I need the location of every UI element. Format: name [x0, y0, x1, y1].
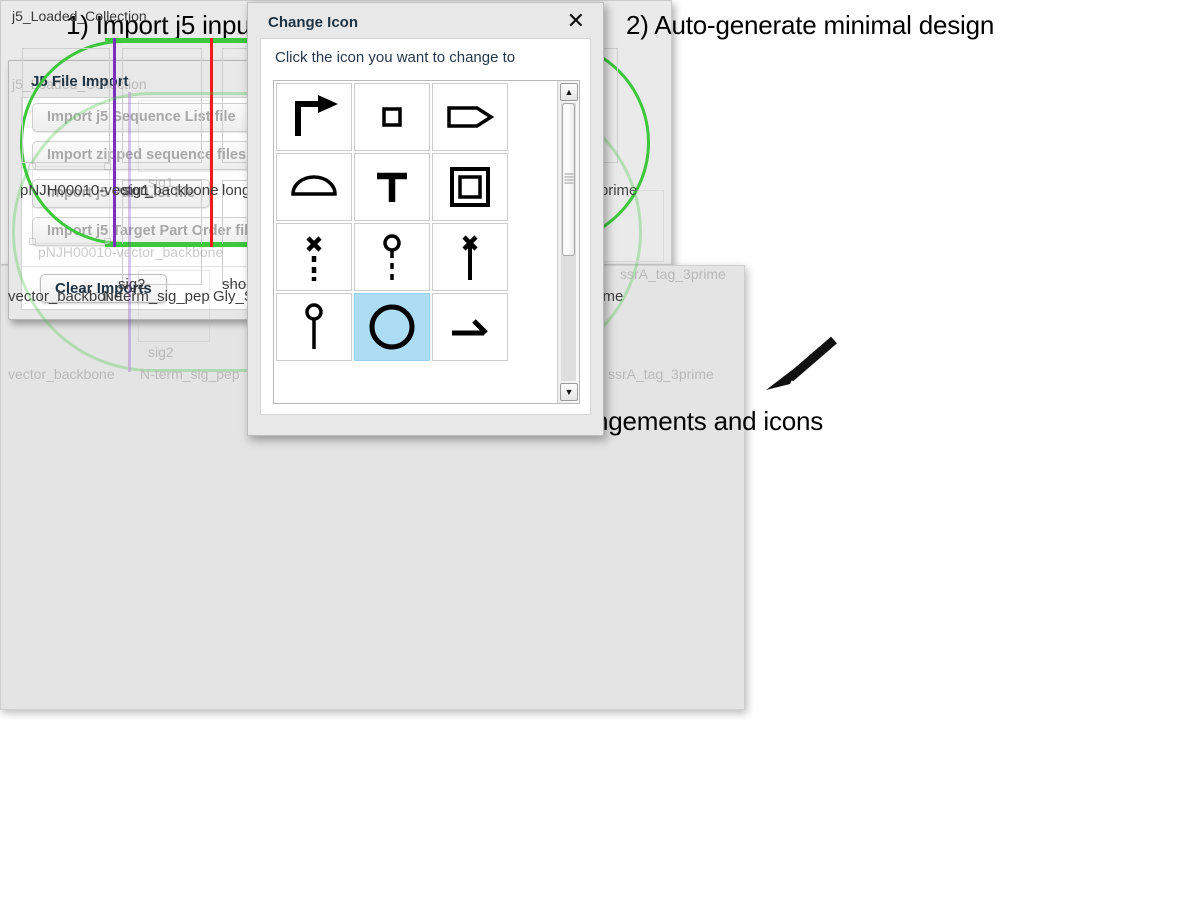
icon-grid — [274, 81, 557, 403]
dashed-stem-x-icon[interactable] — [276, 223, 352, 291]
large-circle-icon[interactable] — [354, 293, 430, 361]
customize-canvas-panel[interactable]: j5_Loaded_Collection sig1 pNJH00010-vect… — [0, 2, 745, 710]
dialog-body: Click the icon you want to change to ▲ ▼ — [260, 38, 591, 415]
segment-label: ssrA_tag_3prime — [608, 366, 714, 382]
dashed-stem-circle-icon[interactable] — [354, 223, 430, 291]
segment-label: vector_backbone — [8, 366, 115, 382]
icon-grid-scrollbar[interactable]: ▲ ▼ — [557, 81, 579, 403]
short-arrow-icon[interactable] — [432, 293, 508, 361]
solid-stem-circle-icon[interactable] — [276, 293, 352, 361]
segment-label: ssrA_tag_3prime — [620, 266, 726, 282]
segment-box — [138, 270, 210, 342]
scrollbar-track[interactable] — [561, 103, 576, 381]
icon-grid-container: ▲ ▼ — [273, 80, 580, 404]
solid-stem-x-icon[interactable] — [432, 223, 508, 291]
divider-purple — [128, 92, 131, 372]
scroll-down-icon[interactable]: ▼ — [560, 383, 578, 401]
segment-label: sig2 — [148, 344, 174, 360]
segment-label: N-term_sig_pep — [140, 366, 240, 382]
change-icon-dialog[interactable]: Change Icon ✕ Click the icon you want to… — [247, 2, 604, 436]
